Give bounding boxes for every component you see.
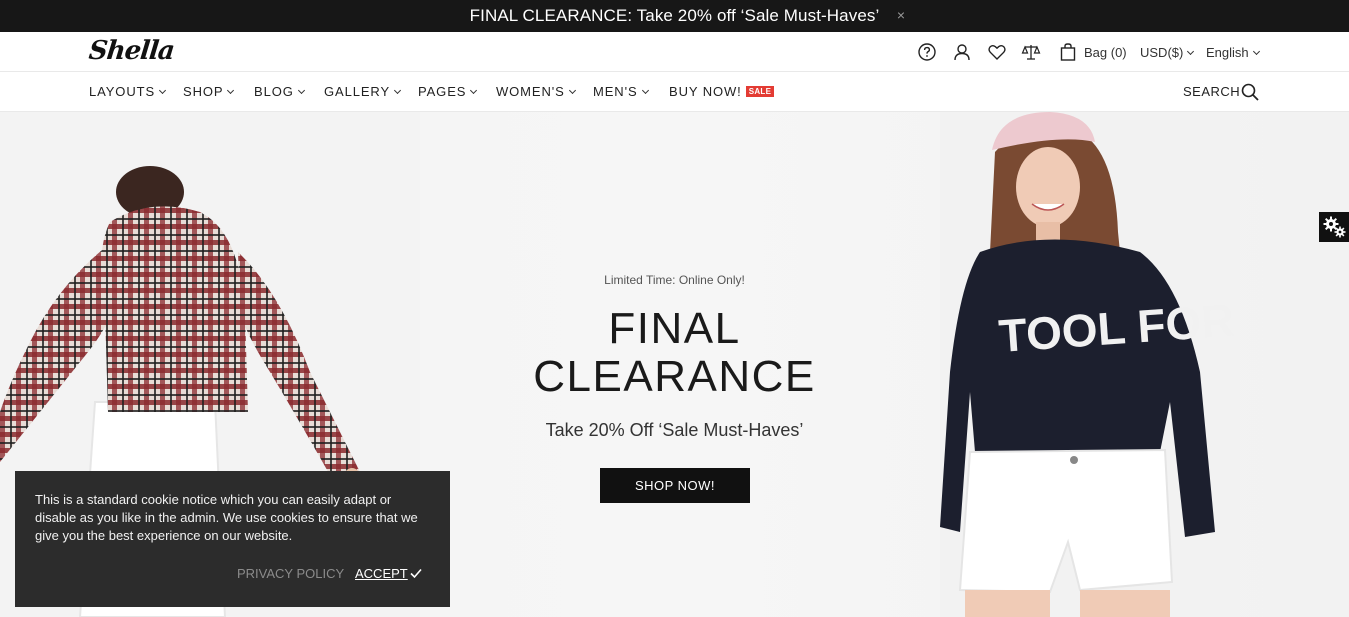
nav-item-shop[interactable]: SHOP bbox=[183, 84, 235, 99]
nav-item-label: GALLERY bbox=[324, 84, 391, 99]
shop-now-button[interactable]: SHOP NOW! bbox=[600, 468, 750, 503]
compare-icon[interactable] bbox=[1021, 42, 1041, 62]
bag-label[interactable]: Bag (0) bbox=[1084, 45, 1127, 60]
nav-item-buy-now[interactable]: BUY NOW! SALE bbox=[669, 84, 775, 99]
hero-subtitle: Take 20% Off ‘Sale Must-Haves’ bbox=[545, 420, 804, 440]
chevron-down-icon bbox=[297, 86, 305, 95]
language-value: English bbox=[1206, 45, 1249, 60]
currency-selector[interactable]: USD($) bbox=[1140, 45, 1195, 60]
search-icon[interactable] bbox=[1240, 82, 1260, 102]
nav-item-mens[interactable]: MEN'S bbox=[593, 84, 649, 99]
nav-item-layouts[interactable]: LAYOUTS bbox=[89, 84, 167, 99]
hero-title-line2: CLEARANCE bbox=[533, 352, 816, 401]
account-icon[interactable] bbox=[952, 42, 972, 62]
nav-item-label: SHOP bbox=[183, 84, 224, 99]
nav-item-blog[interactable]: BLOG bbox=[254, 84, 305, 99]
bag-icon[interactable] bbox=[1058, 42, 1078, 62]
nav-item-label: MEN'S bbox=[593, 84, 638, 99]
nav-item-label: BLOG bbox=[254, 84, 294, 99]
chevron-down-icon bbox=[470, 86, 478, 95]
nav-item-label: WOMEN'S bbox=[496, 84, 565, 99]
announcement-text: FINAL CLEARANCE: Take 20% off ‘Sale Must… bbox=[469, 6, 880, 25]
nav-item-label: BUY NOW! bbox=[669, 84, 742, 99]
nav-item-gallery[interactable]: GALLERY bbox=[324, 84, 402, 99]
hero-kicker: Limited Time: Online Only! bbox=[604, 273, 745, 287]
chevron-down-icon bbox=[394, 86, 402, 95]
chevron-down-icon bbox=[568, 86, 576, 95]
accept-button[interactable]: ACCEPT bbox=[355, 566, 408, 581]
check-icon[interactable] bbox=[409, 566, 423, 580]
wishlist-icon[interactable] bbox=[987, 42, 1007, 62]
close-icon[interactable]: × bbox=[894, 7, 908, 23]
nav-item-label: PAGES bbox=[418, 84, 467, 99]
chevron-down-icon bbox=[1252, 47, 1260, 56]
search-label[interactable]: SEARCH bbox=[1183, 84, 1240, 99]
main-nav: LAYOUTS SHOP BLOG GALLERY PAGES WOMEN'S … bbox=[0, 72, 1349, 112]
chevron-down-icon bbox=[641, 86, 649, 95]
gears-icon bbox=[1323, 216, 1346, 238]
cookie-text: This is a standard cookie notice which y… bbox=[35, 492, 418, 543]
announcement-bar: FINAL CLEARANCE: Take 20% off ‘Sale Must… bbox=[0, 0, 1349, 32]
chevron-down-icon bbox=[227, 86, 235, 95]
nav-item-pages[interactable]: PAGES bbox=[418, 84, 478, 99]
hero-title: FINAL CLEARANCE bbox=[0, 305, 1349, 401]
header: Shella Bag (0) USD($) English bbox=[0, 32, 1349, 72]
hero-title-line1: FINAL bbox=[608, 304, 741, 353]
cookie-notice: This is a standard cookie notice which y… bbox=[15, 471, 450, 607]
chevron-down-icon bbox=[1187, 47, 1195, 56]
nav-item-womens[interactable]: WOMEN'S bbox=[496, 84, 576, 99]
help-icon[interactable] bbox=[917, 42, 937, 62]
settings-tab[interactable] bbox=[1319, 212, 1349, 242]
chevron-down-icon bbox=[158, 86, 167, 95]
nav-item-label: LAYOUTS bbox=[89, 84, 156, 99]
privacy-policy-link[interactable]: PRIVACY POLICY bbox=[237, 566, 344, 581]
sale-badge: SALE bbox=[745, 86, 775, 97]
language-selector[interactable]: English bbox=[1206, 45, 1260, 60]
currency-value: USD($) bbox=[1140, 45, 1184, 60]
logo[interactable]: Shella bbox=[87, 36, 175, 66]
